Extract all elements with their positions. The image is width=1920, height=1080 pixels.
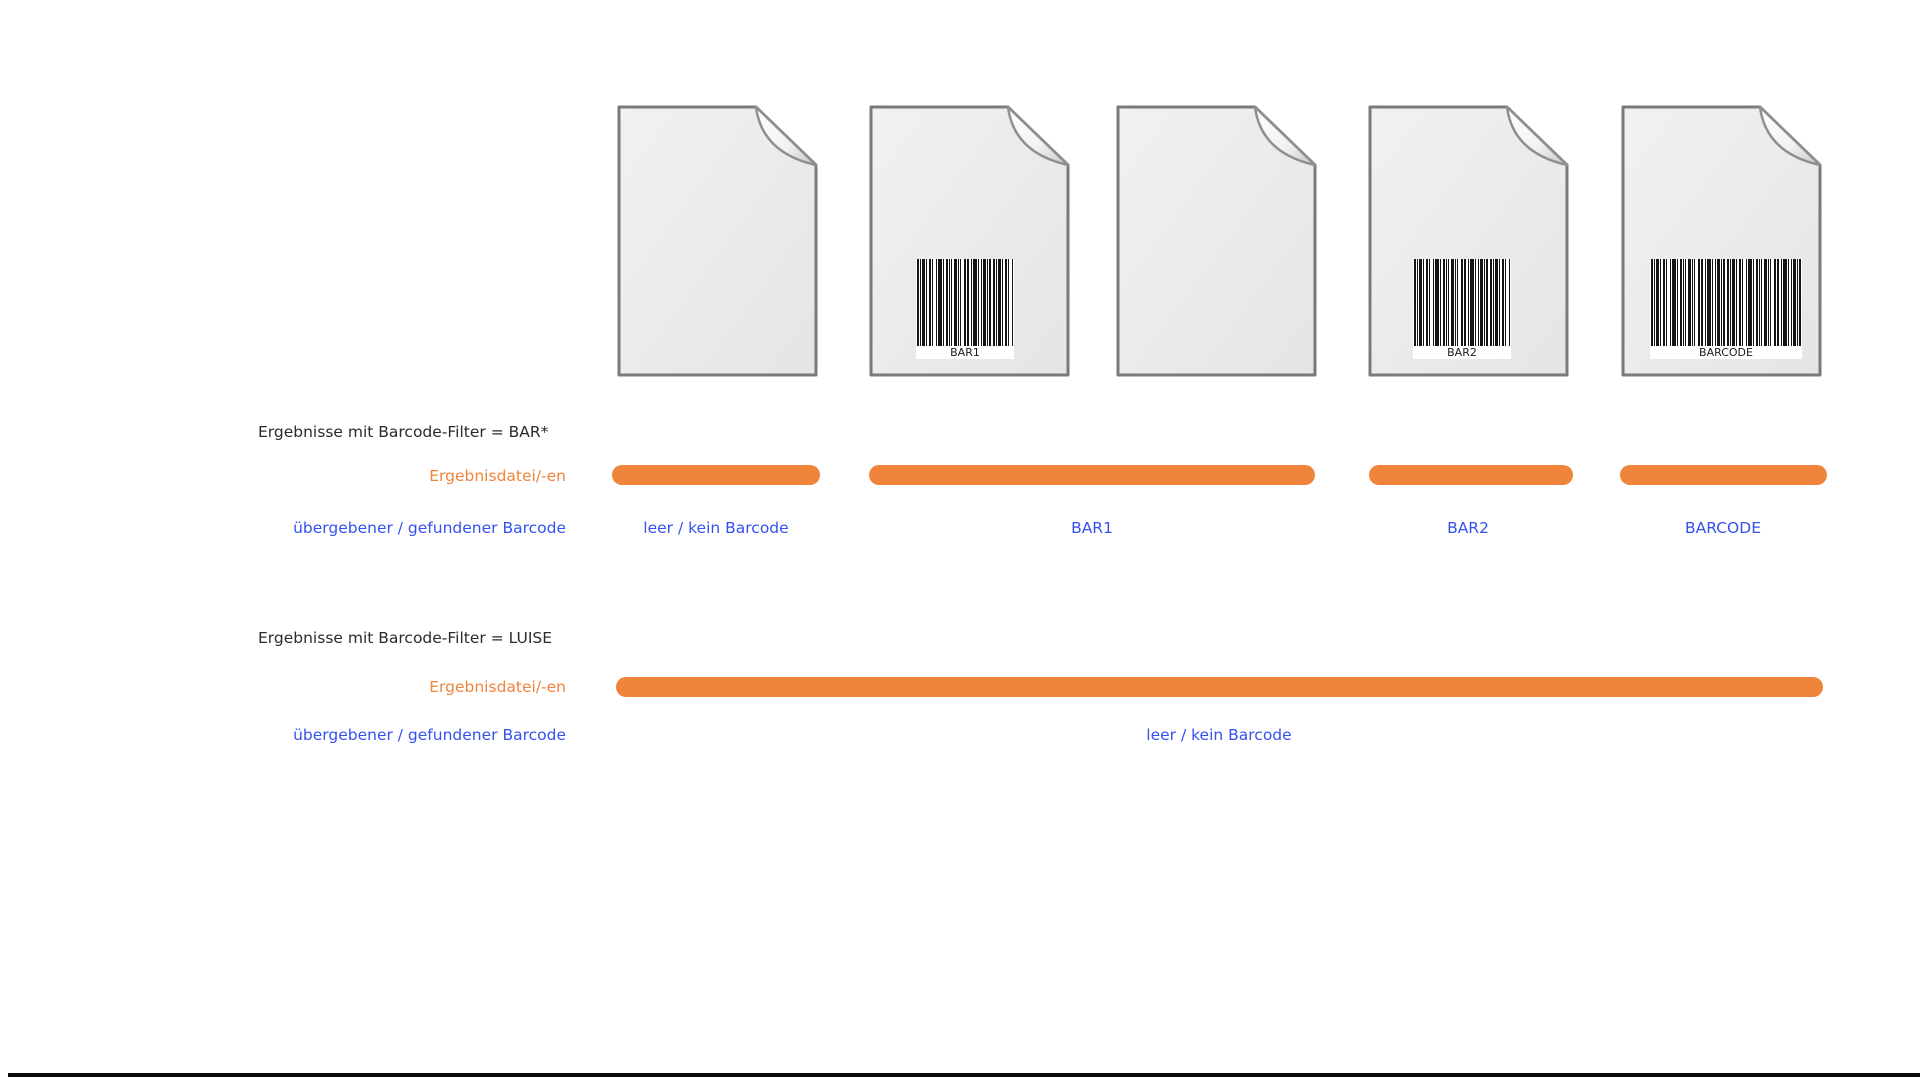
barcode: BARCODE [1650, 259, 1802, 359]
diagram-canvas: BAR1 BAR2 BARCODE Ergebnisse mit Barcode… [0, 0, 1920, 1080]
document-icon-2: BAR1 [868, 104, 1071, 378]
section1-title: Ergebnisse mit Barcode-Filter = BAR* [258, 421, 548, 443]
section1-barcode-row-label: übergebener / gefundener Barcode [166, 518, 566, 538]
result-file-bar [616, 677, 1823, 697]
result-file-bar [612, 465, 820, 485]
barcode-label: BAR1 [916, 346, 1014, 359]
result-file-bar [1620, 465, 1827, 485]
barcode-value: BARCODE [1573, 518, 1873, 538]
barcode-label: BAR2 [1413, 346, 1511, 359]
section2-barcode-row-label: übergebener / gefundener Barcode [166, 725, 566, 745]
section1-result-files-label: Ergebnisdatei/-en [166, 466, 566, 486]
document-icon-5: BARCODE [1620, 104, 1823, 378]
result-file-bar [869, 465, 1315, 485]
section2-title: Ergebnisse mit Barcode-Filter = LUISE [258, 627, 552, 649]
barcode-label: BARCODE [1650, 346, 1802, 359]
barcode-value: BAR1 [942, 518, 1242, 538]
barcode: BAR2 [1413, 259, 1511, 359]
document-icon-3 [1115, 104, 1318, 378]
page-icon [1115, 104, 1318, 378]
barcode-bars-icon [916, 259, 1014, 346]
barcode-value: leer / kein Barcode [1069, 725, 1369, 745]
barcode: BAR1 [916, 259, 1014, 359]
section2-result-files-label: Ergebnisdatei/-en [166, 677, 566, 697]
bottom-divider [8, 1073, 1920, 1077]
document-icon-1 [616, 104, 819, 378]
result-file-bar [1369, 465, 1573, 485]
barcode-value: leer / kein Barcode [566, 518, 866, 538]
document-icon-4: BAR2 [1367, 104, 1570, 378]
page-icon [616, 104, 819, 378]
barcode-bars-icon [1413, 259, 1511, 346]
barcode-bars-icon [1650, 259, 1802, 346]
